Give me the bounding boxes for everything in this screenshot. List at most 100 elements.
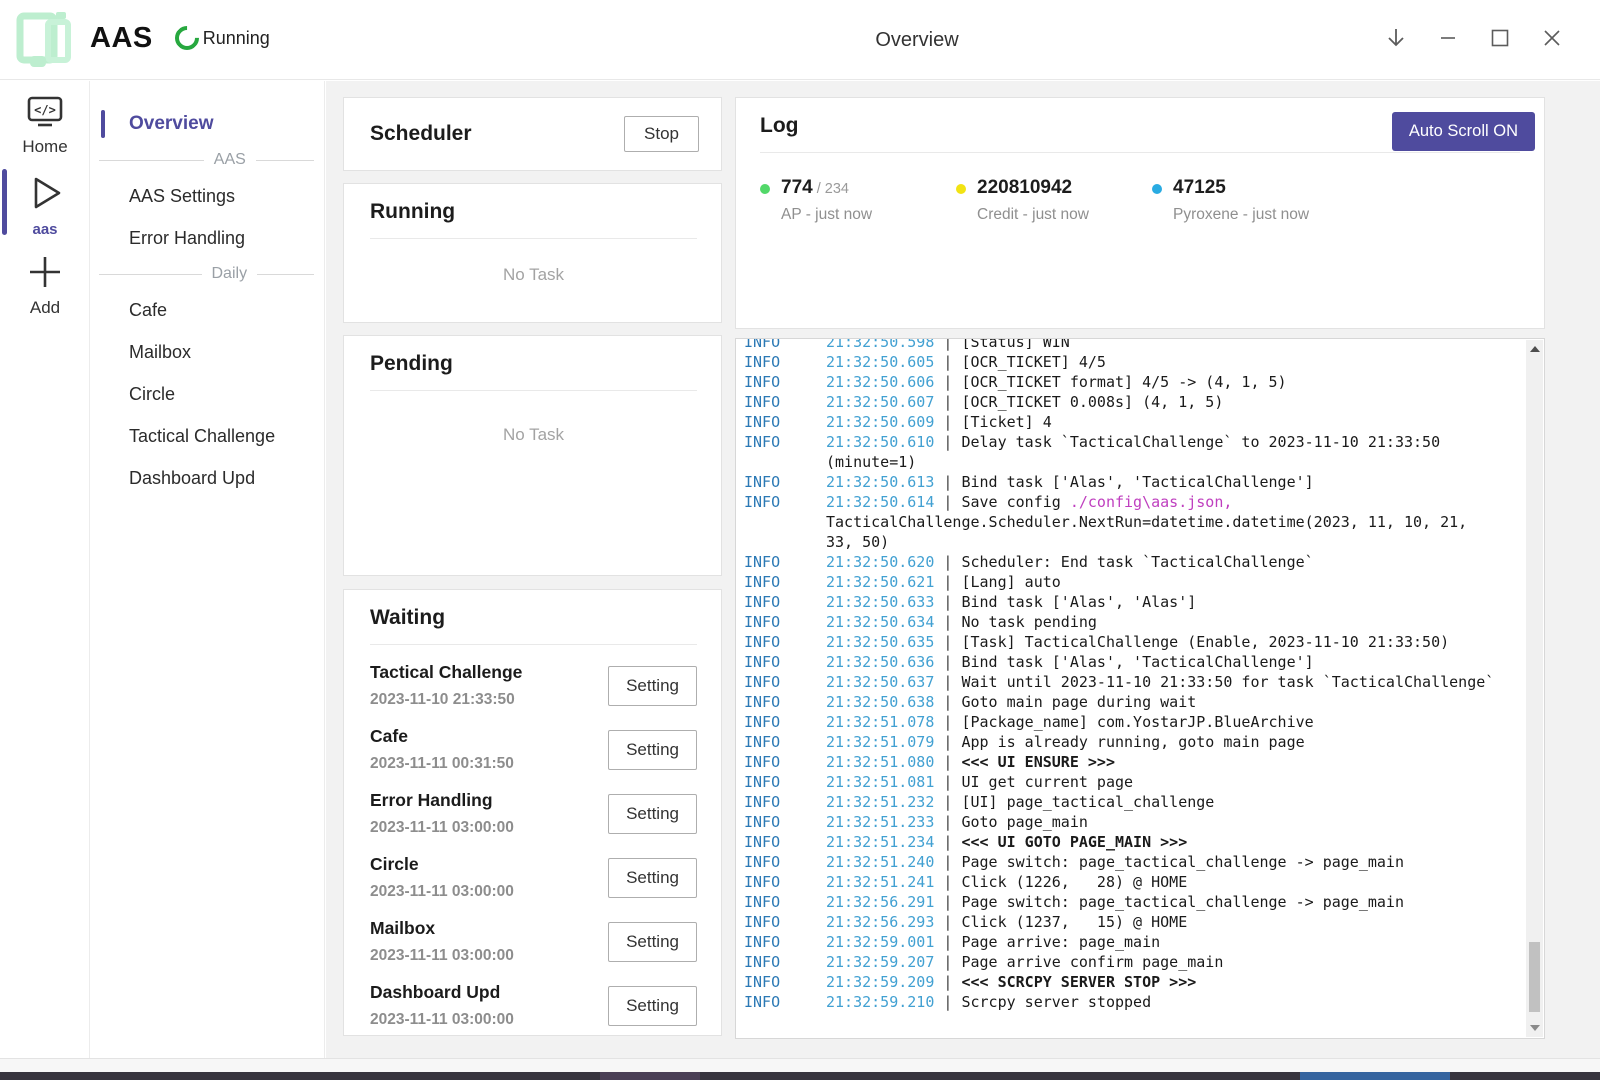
- log-text-segment: No task pending: [961, 613, 1096, 631]
- scheduler-card: Scheduler Stop: [343, 97, 722, 171]
- nav-section-divider-daily: Daily: [99, 265, 314, 283]
- stat-value: 220810942: [977, 177, 1072, 198]
- download-button[interactable]: [1370, 14, 1422, 62]
- nav-item-label: Dashboard Upd: [129, 468, 255, 489]
- log-timestamp: 21:32:50.635: [826, 633, 934, 651]
- log-separator: |: [934, 633, 961, 651]
- waiting-task-row: Circle2023-11-11 03:00:00 Setting: [370, 854, 697, 901]
- log-row: INFO21:32:50.635 | [Task] TacticalChalle…: [744, 632, 1544, 652]
- task-setting-button[interactable]: Setting: [608, 794, 697, 834]
- window-title: Overview: [875, 29, 958, 52]
- nav-item-error-handling[interactable]: Error Handling: [91, 221, 324, 255]
- waiting-task-info: Cafe2023-11-11 00:31:50: [370, 726, 514, 773]
- maximize-icon: [1487, 25, 1513, 51]
- nav-item-mailbox[interactable]: Mailbox: [91, 335, 324, 369]
- task-setting-button[interactable]: Setting: [608, 730, 697, 770]
- log-timestamp: 21:32:50.620: [826, 553, 934, 571]
- task-name: Tactical Challenge: [370, 662, 522, 683]
- log-output[interactable]: INFO21:32:50.598 | [Status] WININFO21:32…: [735, 338, 1545, 1039]
- log-level: INFO: [744, 732, 826, 752]
- log-text-segment: [Package_name] com.YostarJP.BlueArchive: [961, 713, 1313, 731]
- nav-item-dashboard-upd[interactable]: Dashboard Upd: [91, 461, 324, 495]
- log-timestamp: 21:32:50.636: [826, 653, 934, 671]
- log-row: INFO21:32:51.241 | Click (1226, 28) @ HO…: [744, 872, 1544, 892]
- log-separator: |: [934, 773, 961, 791]
- nav-item-overview[interactable]: Overview: [91, 107, 324, 141]
- log-separator: |: [934, 793, 961, 811]
- stat-item: 47125Pyroxene - just now: [1152, 177, 1348, 224]
- task-name: Circle: [370, 854, 514, 875]
- log-timestamp: 21:32:50.634: [826, 613, 934, 631]
- nav-item-label: Overview: [129, 113, 214, 135]
- log-separator: |: [934, 593, 961, 611]
- stat-dot-icon: [956, 184, 966, 194]
- task-setting-button[interactable]: Setting: [608, 858, 697, 898]
- waiting-task-info: Circle2023-11-11 03:00:00: [370, 854, 514, 901]
- log-separator: |: [934, 433, 961, 451]
- nav-item-aas-settings[interactable]: AAS Settings: [91, 179, 324, 213]
- scrollbar-thumb[interactable]: [1529, 942, 1540, 1012]
- log-timestamp: 21:32:56.291: [826, 893, 934, 911]
- log-separator: |: [934, 353, 961, 371]
- log-level: INFO: [744, 592, 826, 612]
- log-message: 21:32:50.598 | [Status] WIN: [826, 338, 1498, 352]
- waiting-title: Waiting: [370, 606, 697, 630]
- log-scrollbar[interactable]: [1526, 340, 1543, 1037]
- log-level: INFO: [744, 872, 826, 892]
- scroll-up-button[interactable]: [1526, 340, 1543, 358]
- log-row: INFO21:32:50.606 | [OCR_TICKET format] 4…: [744, 372, 1544, 392]
- task-next-run-time: 2023-11-11 03:00:00: [370, 1011, 514, 1029]
- monitor-code-icon: </>: [25, 95, 65, 131]
- log-row: INFO21:32:50.620 | Scheduler: End task `…: [744, 552, 1544, 572]
- app-logo-icon: [10, 8, 76, 68]
- icon-rail: </> Home aas Add: [0, 81, 90, 1060]
- log-text-segment: [Task] TacticalChallenge (Enable, 2023-1…: [961, 633, 1449, 651]
- running-card: Running No Task: [343, 183, 722, 323]
- log-level: INFO: [744, 338, 826, 352]
- minimize-button[interactable]: [1422, 14, 1474, 62]
- log-text-segment: Wait until 2023-11-10 21:33:50 for task …: [961, 673, 1494, 691]
- divider-line: [99, 160, 204, 161]
- log-timestamp: 21:32:50.638: [826, 693, 934, 711]
- log-level: INFO: [744, 712, 826, 732]
- log-timestamp: 21:32:50.610: [826, 433, 934, 451]
- log-text-segment: Click (1237, 15) @ HOME: [961, 913, 1187, 931]
- log-timestamp: 21:32:50.637: [826, 673, 934, 691]
- maximize-button[interactable]: [1474, 14, 1526, 62]
- stat-value-line: 47125: [1173, 177, 1309, 199]
- log-timestamp: 21:32:51.240: [826, 853, 934, 871]
- log-message: 21:32:50.634 | No task pending: [826, 612, 1498, 632]
- task-setting-button[interactable]: Setting: [608, 986, 697, 1026]
- nav-item-circle[interactable]: Circle: [91, 377, 324, 411]
- rail-item-add[interactable]: Add: [0, 238, 90, 318]
- stat-text: 774 / 234AP - just now: [781, 177, 872, 224]
- task-setting-button[interactable]: Setting: [608, 666, 697, 706]
- nav-item-cafe[interactable]: Cafe: [91, 293, 324, 327]
- log-timestamp: 21:32:51.078: [826, 713, 934, 731]
- waiting-task-row: Error Handling2023-11-11 03:00:00Setting: [370, 790, 697, 837]
- auto-scroll-button[interactable]: Auto Scroll ON: [1392, 112, 1535, 151]
- log-level: INFO: [744, 392, 826, 412]
- rail-item-aas[interactable]: aas: [0, 157, 90, 238]
- log-separator: |: [934, 673, 961, 691]
- scheduler-title: Scheduler: [370, 122, 472, 146]
- log-row: INFO21:32:50.605 | [OCR_TICKET] 4/5: [744, 352, 1544, 372]
- nav-item-label: Mailbox: [129, 342, 191, 363]
- stop-button[interactable]: Stop: [624, 116, 699, 152]
- log-text-segment: Bind task ['Alas', 'Alas']: [961, 593, 1196, 611]
- log-timestamp: 21:32:51.079: [826, 733, 934, 751]
- close-button[interactable]: [1526, 14, 1578, 62]
- scroll-down-button[interactable]: [1526, 1019, 1543, 1037]
- nav-section-label: AAS: [214, 151, 246, 169]
- log-row: INFO21:32:59.207 | Page arrive confirm p…: [744, 952, 1544, 972]
- task-setting-button[interactable]: Setting: [608, 922, 697, 962]
- log-message: 21:32:50.607 | [OCR_TICKET 0.008s] (4, 1…: [826, 392, 1498, 412]
- nav-item-tactical-challenge[interactable]: Tactical Challenge: [91, 419, 324, 453]
- divider: [370, 390, 697, 391]
- rail-item-home[interactable]: </> Home: [0, 81, 90, 157]
- log-row: INFO21:32:51.081 | UI get current page: [744, 772, 1544, 792]
- window-bottom-edge: [0, 1058, 1600, 1072]
- log-message: 21:32:50.638 | Goto main page during wai…: [826, 692, 1498, 712]
- log-separator: |: [934, 553, 961, 571]
- log-timestamp: 21:32:50.605: [826, 353, 934, 371]
